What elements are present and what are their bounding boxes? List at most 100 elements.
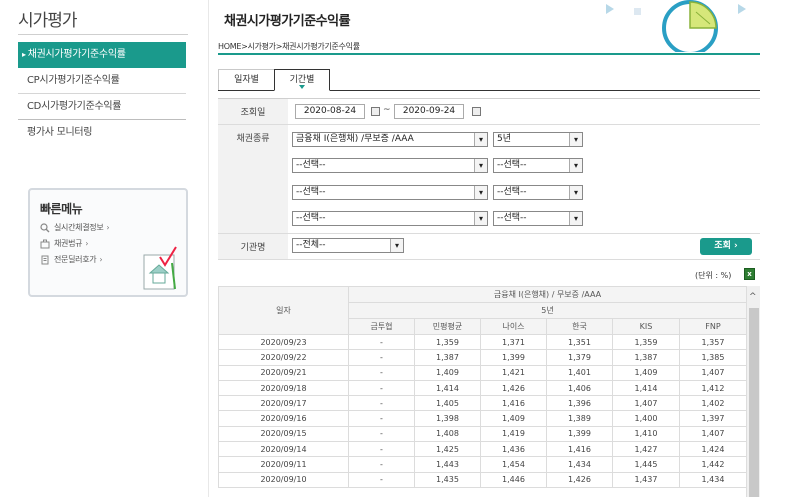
- date-cell: 2020/09/10: [218, 471, 349, 488]
- table-row: 2020/09/22-1,387 1,399 1,379 1,387 1,385: [218, 349, 747, 366]
- select-value: 금융채 I(은행채) /무보증 /AAA: [296, 134, 414, 144]
- term-select-3[interactable]: --선택-- ▾: [493, 185, 583, 200]
- excel-download-icon[interactable]: x: [744, 268, 755, 280]
- quick-item-dealer[interactable]: 전문딜러호가 ›: [40, 252, 109, 268]
- yield-cell: 1,401: [546, 364, 613, 381]
- pie-chart-decoration-icon: [606, 0, 746, 52]
- calendar-icon[interactable]: [371, 107, 380, 116]
- bond-type-select-1[interactable]: 금융채 I(은행채) /무보증 /AAA ▾: [292, 132, 488, 147]
- select-value: --선택--: [296, 187, 326, 197]
- table-row: 2020/09/16-1,398 1,409 1,389 1,400 1,397: [218, 410, 747, 427]
- yield-cell: 1,407: [679, 364, 747, 381]
- chevron-up-icon[interactable]: ^: [749, 292, 757, 302]
- date-cell: 2020/09/11: [218, 456, 349, 473]
- chevron-right-icon: ›: [106, 223, 110, 232]
- yield-cell: 1,437: [612, 471, 680, 488]
- quick-item-realtime[interactable]: 실시간체결정보 ›: [40, 220, 110, 236]
- yield-cell: 1,409: [480, 410, 547, 427]
- calendar-icon[interactable]: [472, 107, 481, 116]
- tab-underline: [330, 90, 760, 91]
- tab-period[interactable]: 기간별: [274, 69, 330, 91]
- date-separator: ~: [383, 105, 391, 115]
- yield-cell: 1,436: [480, 441, 547, 458]
- date-to-input[interactable]: 2020-09-24: [394, 104, 464, 119]
- table-scrollbar[interactable]: ^: [746, 286, 760, 497]
- table-row: 2020/09/11-1,443 1,454 1,434 1,445 1,442: [218, 456, 747, 473]
- yield-cell: 1,405: [414, 395, 481, 412]
- side-nav-label: CD시가평가기준수익률: [27, 101, 122, 112]
- date-from-input[interactable]: 2020-08-24: [295, 104, 365, 119]
- tab-daily[interactable]: 일자별: [218, 69, 275, 91]
- table-row: 2020/09/15-1,408 1,419 1,399 1,410 1,407: [218, 425, 747, 443]
- yield-cell: 1,399: [480, 349, 547, 366]
- table-body: 2020/09/23-1,359 1,371 1,351 1,359 1,357 2020…: [218, 333, 747, 488]
- column-header: 금투협: [348, 318, 415, 335]
- term-select-1[interactable]: 5년 ▾: [493, 132, 583, 147]
- yield-cell: 1,409: [612, 364, 680, 381]
- select-value: 5년: [497, 134, 512, 144]
- column-header: 나이스: [480, 318, 547, 335]
- search-button[interactable]: 조회 ›: [700, 238, 752, 255]
- yield-cell: 1,427: [612, 441, 680, 458]
- yield-cell: 1,445: [612, 456, 680, 473]
- quick-item-label: 실시간체결정보: [54, 223, 104, 232]
- yield-cell: 1,443: [414, 456, 481, 473]
- table-row: 2020/09/17-1,405 1,416 1,396 1,407 1,402: [218, 395, 747, 412]
- chevron-down-icon: ▾: [474, 133, 487, 146]
- yield-cell: -: [348, 441, 415, 458]
- yield-cell: 1,442: [679, 456, 747, 473]
- side-nav-label: CP시가평가기준수익률: [27, 75, 120, 86]
- quick-item-label: 전문딜러호가: [54, 255, 97, 264]
- side-nav-label: 평가사 모니터링: [27, 127, 93, 138]
- yield-cell: 1,434: [546, 456, 613, 473]
- yield-cell: 1,387: [612, 349, 680, 366]
- yield-cell: 1,408: [414, 425, 481, 443]
- column-header: KIS: [612, 318, 680, 335]
- chevron-down-icon: ▾: [569, 159, 582, 172]
- quick-item-law[interactable]: 채권법규 ›: [40, 236, 109, 252]
- yield-cell: 1,396: [546, 395, 613, 412]
- yield-cell: -: [348, 456, 415, 473]
- side-nav-cd-yield[interactable]: CD시가평가기준수익률: [18, 94, 186, 120]
- term-select-4[interactable]: --선택-- ▾: [493, 211, 583, 226]
- yield-cell: 1,419: [480, 425, 547, 443]
- yield-cell: 1,454: [480, 456, 547, 473]
- yield-cell: 1,379: [546, 349, 613, 366]
- tab-label: 기간별: [289, 75, 315, 85]
- side-nav-cp-yield[interactable]: CP시가평가기준수익률: [18, 68, 186, 94]
- quick-menu-box: 빠른메뉴 실시간체결정보 › 채권법규 › 전문딜러호가 ›: [28, 188, 188, 297]
- breadcrumb: HOME>시가평가>채권시가평가기준수익률: [218, 42, 360, 51]
- yield-cell: 1,426: [480, 379, 547, 397]
- section-title: 시가평가: [18, 11, 78, 31]
- bond-type-select-4[interactable]: --선택-- ▾: [292, 211, 488, 226]
- yield-cell: 1,407: [612, 395, 680, 412]
- yield-cell: 1,399: [546, 425, 613, 443]
- column-divider: [208, 0, 209, 497]
- yield-cell: -: [348, 395, 415, 412]
- side-nav-label: 채권시가평가기준수익률: [27, 49, 126, 60]
- date-cell: 2020/09/16: [218, 410, 349, 427]
- bond-type-select-2[interactable]: --선택-- ▾: [292, 158, 488, 173]
- unit-label: (단위 : %): [695, 271, 732, 280]
- side-nav-bond-yield[interactable]: ▸ 채권시가평가기준수익률: [18, 42, 186, 68]
- term-select-2[interactable]: --선택-- ▾: [493, 158, 583, 173]
- form-label-bond-type: 채권종류: [218, 125, 288, 233]
- yield-cell: -: [348, 425, 415, 443]
- chevron-down-icon: ▾: [569, 186, 582, 199]
- bond-group-header: 금융채 I(은행채) / 무보증 /AAA: [348, 286, 747, 303]
- chevron-down-icon: ▾: [390, 239, 403, 252]
- yield-cell: 1,400: [612, 410, 680, 427]
- select-value: --선택--: [497, 160, 527, 170]
- title-divider: [18, 34, 188, 35]
- yield-table: 일자 금융채 I(은행채) / 무보증 /AAA 5년 금투협 민평평균 나이스…: [218, 286, 747, 488]
- yield-cell: -: [348, 471, 415, 488]
- chevron-down-icon: ▾: [474, 212, 487, 225]
- column-header: 한국: [546, 318, 613, 335]
- scrollbar-thumb[interactable]: [749, 308, 759, 497]
- side-nav-monitoring[interactable]: 평가사 모니터링: [18, 120, 186, 146]
- select-value: --선택--: [296, 160, 326, 170]
- table-row: 2020/09/10-1,435 1,446 1,426 1,437 1,434: [218, 471, 747, 488]
- bond-type-select-3[interactable]: --선택-- ▾: [292, 185, 488, 200]
- org-select[interactable]: --전체-- ▾: [292, 238, 404, 253]
- form-label-org: 기관명: [218, 234, 288, 259]
